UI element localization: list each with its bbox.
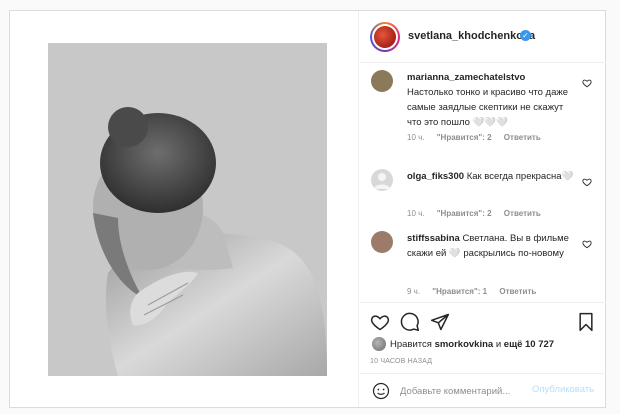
comment-meta: 9 ч. "Нравится": 1 Ответить [407,287,546,296]
comment-item: marianna_zamechatelstvo Настолько тонко … [360,64,606,156]
comment-likes[interactable]: "Нравится": 2 [437,133,492,142]
likes-summary: Нравится smorkovkina и ещё 10 727 [370,337,600,353]
save-bookmark-icon[interactable] [576,312,596,332]
post-side-panel: svetlana_khodchenkova ✓ marianna_zamecha… [360,11,606,407]
author-avatar[interactable] [370,22,400,52]
likes-prefix: Нравится [390,339,432,350]
post-card: svetlana_khodchenkova ✓ marianna_zamecha… [9,10,606,408]
comment-input[interactable] [400,382,528,400]
likes-conjunction: и [495,339,502,350]
comment-meta: 10 ч. "Нравится": 2 Ответить [407,209,551,218]
comment-time: 10 ч. [407,209,425,218]
commenter-avatar[interactable] [371,169,393,191]
comment-time: 9 ч. [407,287,421,296]
comment-text: Настолько тонко и красиво что даже самые… [407,87,569,128]
default-avatar-icon [374,173,390,189]
reply-button[interactable]: Ответить [504,133,541,142]
post-media [10,11,359,407]
comment-likes[interactable]: "Нравится": 2 [437,209,492,218]
commenter-avatar[interactable] [371,231,393,253]
reply-button[interactable]: Ответить [504,209,541,218]
comment-time: 10 ч. [407,133,425,142]
post-actions [360,302,606,338]
publish-button[interactable]: Опубликовать [532,384,594,395]
comment-text: Как всегда прекрасна🤍 [466,171,574,182]
comment-like-icon[interactable] [582,239,592,249]
comment-username[interactable]: olga_fiks300 [407,171,464,182]
like-icon[interactable] [370,312,390,332]
post-timestamp[interactable]: 10 ЧАСОВ НАЗАД [370,358,432,365]
portrait-image [48,43,327,376]
liker-avatar[interactable] [372,337,386,351]
comments-list: marianna_zamechatelstvo Настолько тонко … [360,64,606,302]
author-username[interactable]: svetlana_khodchenkova [408,30,535,42]
comment-icon[interactable] [400,312,420,332]
comment-item: stiffssabina Светлана. Вы в фильме скажи… [360,225,606,301]
emoji-icon[interactable] [372,382,390,400]
likes-others-link[interactable]: ещё 10 727 [504,339,554,350]
comment-item: olga_fiks300 Как всегда прекрасна🤍 10 ч.… [360,163,606,223]
verified-badge-icon: ✓ [520,30,531,41]
add-comment-bar: Опубликовать [360,373,606,407]
post-header: svetlana_khodchenkova ✓ [360,11,606,63]
share-icon[interactable] [430,312,450,332]
comment-meta: 10 ч. "Нравится": 2 Ответить [407,133,551,142]
comment-like-icon[interactable] [582,78,592,88]
comment-like-icon[interactable] [582,177,592,187]
post-photo[interactable] [48,43,327,376]
comment-likes[interactable]: "Нравится": 1 [432,287,487,296]
comment-username[interactable]: marianna_zamechatelstvo [407,72,525,83]
commenter-avatar[interactable] [371,70,393,92]
reply-button[interactable]: Ответить [499,287,536,296]
liker-username[interactable]: smorkovkina [435,339,494,350]
comment-username[interactable]: stiffssabina [407,233,460,244]
